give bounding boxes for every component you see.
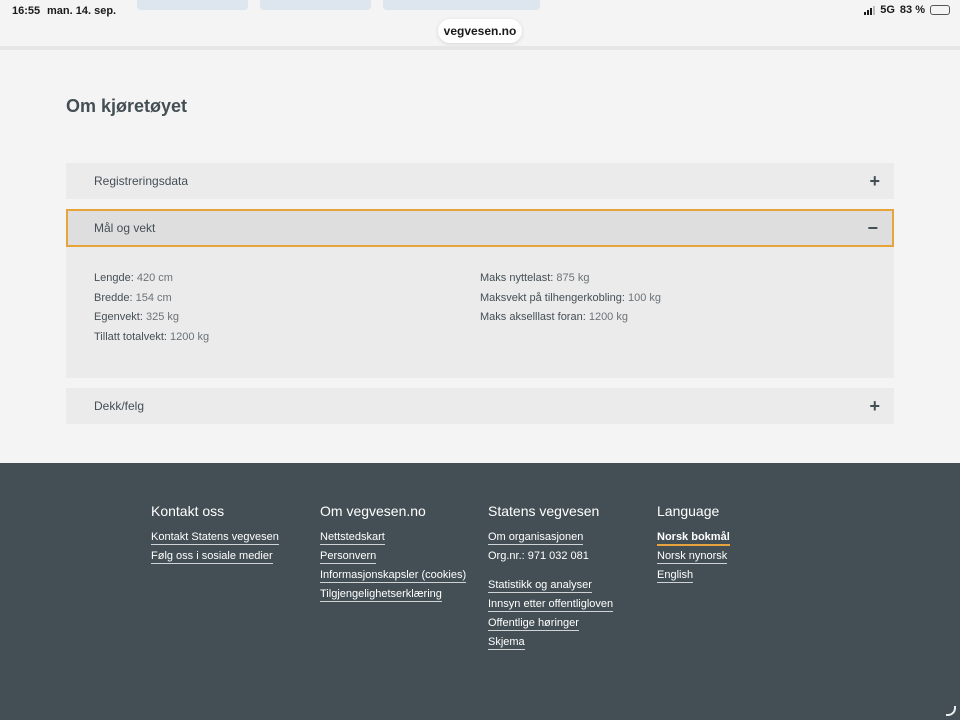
measure-label: Maks akselllast foran: — [480, 311, 586, 324]
measure-row: Maks akselllast foran: 1200 kg — [480, 308, 866, 328]
measures-right: Maks nyttelast: 875 kg Maksvekt på tilhe… — [480, 269, 866, 356]
footer-link[interactable]: Innsyn etter offentligloven — [488, 598, 614, 612]
status-bar: 16:55 man. 14. sep. 5G 83 % vegvesen.no — [0, 0, 960, 48]
minus-icon[interactable]: − — [867, 218, 878, 239]
footer-col-language: Language Norsk bokmål Norsk nynorsk Engl… — [657, 503, 730, 588]
network-label: 5G — [880, 4, 895, 16]
measure-row: Egenvekt: 325 kg — [94, 308, 480, 328]
footer-link[interactable]: Informasjonskapsler (cookies) — [320, 569, 467, 583]
measure-row: Lengde: 420 cm — [94, 269, 480, 289]
footer-link[interactable]: Om organisasjonen — [488, 531, 613, 545]
footer-heading: Om vegvesen.no — [320, 503, 426, 519]
signal-icon — [864, 5, 876, 15]
footer-link[interactable]: Offentlige høringer — [488, 617, 613, 631]
resize-handle-icon — [946, 706, 956, 716]
status-time: 16:55 — [12, 5, 41, 17]
tab-strip — [137, 0, 540, 10]
measure-row: Maksvekt på tilhengerkobling: 100 kg — [480, 289, 866, 309]
measure-row: Maks nyttelast: 875 kg — [480, 269, 866, 289]
language-link-nynorsk[interactable]: Norsk nynorsk — [657, 550, 730, 564]
measure-label: Bredde: — [94, 291, 133, 304]
divider — [0, 46, 960, 50]
footer-heading: Language — [657, 503, 720, 519]
accordion-label: Registreringsdata — [94, 174, 189, 188]
footer-link[interactable]: Skjema — [488, 636, 613, 650]
page-title: Om kjøretøyet — [66, 96, 188, 116]
measure-value: 420 cm — [136, 272, 173, 284]
measure-label: Maksvekt på tilhengerkobling: — [480, 291, 625, 304]
language-link-english[interactable]: English — [657, 569, 730, 583]
accordion-dekk-felg: Dekk/felg + — [66, 388, 894, 424]
footer-link[interactable]: Statistikk og analyser — [488, 579, 613, 593]
measure-value: 875 kg — [556, 272, 590, 284]
accordion-registreringsdata: Registreringsdata + — [66, 163, 894, 199]
footer-heading: Statens vegvesen — [488, 503, 600, 519]
footer-link[interactable]: Personvern — [320, 550, 466, 564]
measure-value: 154 cm — [135, 291, 172, 304]
status-date: man. 14. sep. — [47, 5, 117, 17]
accordion-body: Lengde: 420 cm Bredde: 154 cm Egenvekt: … — [66, 247, 894, 378]
tab-hint[interactable] — [260, 0, 371, 10]
footer-link[interactable]: Nettstedskart — [320, 531, 466, 545]
footer-link[interactable]: Følg oss i sosiale medier — [151, 550, 279, 564]
tab-hint[interactable] — [383, 0, 540, 10]
plus-icon[interactable]: + — [869, 396, 880, 417]
measure-label: Lengde: — [94, 272, 134, 284]
measure-label: Maks nyttelast: — [480, 272, 554, 284]
accordion-label: Dekk/felg — [94, 399, 145, 413]
footer-link[interactable]: Tilgjengelighetserklæring — [320, 588, 466, 602]
footer-col-svv: Statens vegvesen Om organisasjonen Org.n… — [488, 503, 614, 655]
accordion-header[interactable]: Dekk/felg + — [66, 388, 894, 424]
plus-icon[interactable]: + — [869, 171, 880, 192]
measure-label: Egenvekt: — [94, 311, 143, 324]
footer-col-about: Om vegvesen.no Nettstedskart Personvern … — [320, 503, 467, 607]
accordion-header[interactable]: Registreringsdata + — [66, 163, 894, 199]
tab-hint[interactable] — [137, 0, 248, 10]
org-number: Org.nr.: 971 032 081 — [488, 550, 589, 562]
footer-heading: Kontakt oss — [151, 503, 225, 519]
url-bar[interactable]: vegvesen.no — [438, 19, 522, 43]
battery-label: 83 % — [899, 4, 925, 16]
measure-label: Tillatt totalvekt: — [94, 331, 167, 344]
accordion-header[interactable]: Mål og vekt − — [66, 209, 894, 247]
accordion-label: Mål og vekt — [94, 221, 156, 235]
measure-value: 1200 kg — [170, 331, 210, 344]
accordion-mal-og-vekt: Mål og vekt − Lengde: 420 cm Bredde: 154… — [66, 209, 894, 378]
footer-col-contact: Kontakt oss Kontakt Statens vegvesen Føl… — [151, 503, 279, 569]
battery-icon — [930, 5, 950, 15]
footer: Kontakt oss Kontakt Statens vegvesen Føl… — [0, 463, 960, 720]
measure-value: 1200 kg — [588, 311, 628, 324]
measure-row: Bredde: 154 cm — [94, 289, 480, 309]
language-link-bokmal[interactable]: Norsk bokmål — [657, 531, 730, 546]
measures-left: Lengde: 420 cm Bredde: 154 cm Egenvekt: … — [94, 269, 480, 356]
measure-value: 100 kg — [627, 291, 662, 304]
status-right: 5G 83 % — [864, 4, 950, 16]
footer-link[interactable]: Kontakt Statens vegvesen — [151, 531, 279, 545]
measure-value: 325 kg — [145, 311, 180, 324]
measure-row: Tillatt totalvekt: 1200 kg — [94, 328, 480, 348]
